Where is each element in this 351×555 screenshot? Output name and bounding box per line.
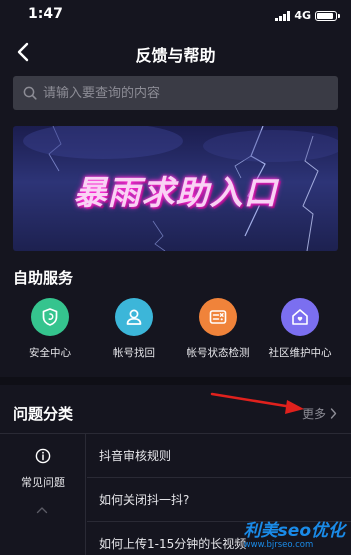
status-bar: 1:47 4G [0,0,351,30]
section-divider [0,377,351,385]
category-label: 常见问题 [21,476,65,489]
service-label: 帐号找回 [113,347,155,359]
self-service-title: 自助服务 [13,269,74,287]
search-input[interactable] [43,85,323,101]
page-title: 反馈与帮助 [135,46,216,65]
nav-bar: 反馈与帮助 [0,34,351,70]
category-sidebar: 常见问题 [0,434,86,555]
service-label: 安全中心 [29,347,71,359]
rainstorm-help-banner[interactable]: 暴雨求助入口 [13,126,338,251]
service-security-center[interactable]: 安全中心 [7,298,93,360]
search-bar[interactable] [13,76,338,110]
search-icon [23,86,37,100]
signal-icon [275,10,291,21]
info-icon [35,448,51,464]
user-icon [115,298,153,336]
watermark-url: www.bjrseo.com [243,540,314,550]
status-indicators: 4G [275,9,340,22]
network-label: 4G [294,9,311,22]
chevron-up-icon[interactable] [36,506,48,514]
service-account-recovery[interactable]: 帐号找回 [91,298,177,360]
category-common-questions[interactable]: 常见问题 [0,448,86,490]
question-item[interactable]: 抖音审核规则 [87,434,351,478]
banner-text: 暴雨求助入口 [73,173,278,212]
service-account-status-check[interactable]: 帐号状态检测 [175,298,261,360]
status-time: 1:47 [28,6,63,22]
watermark: 利美seo优化 www.bjrseo.com [244,516,345,550]
watermark-title: 利美seo优化 [243,521,345,541]
category-header: 问题分类 更多 [0,395,351,431]
shield-icon [31,298,69,336]
battery-icon [315,10,340,21]
battery-level [317,12,334,19]
service-label: 帐号状态检测 [186,347,250,359]
self-service-list: 安全中心 帐号找回 帐号状态检测 社区维护中心 [0,298,351,368]
service-community-center[interactable]: 社区维护中心 [257,298,343,360]
more-label: 更多 [301,407,326,421]
home-heart-icon [281,298,319,336]
service-label: 社区维护中心 [268,347,332,359]
more-link[interactable]: 更多 [302,405,337,422]
chevron-right-icon [330,408,337,419]
category-title: 问题分类 [13,405,74,423]
status-check-icon [199,298,237,336]
